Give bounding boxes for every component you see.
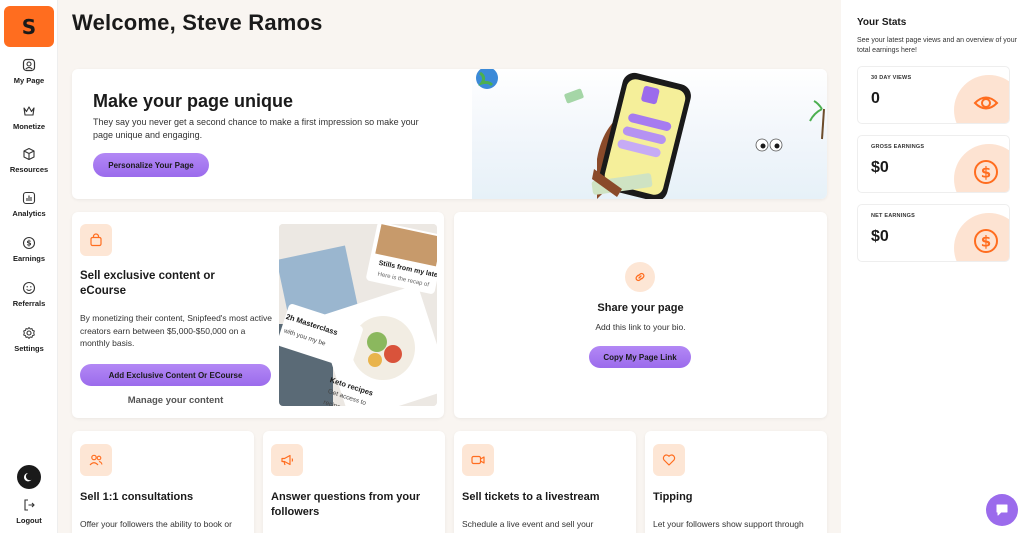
sidebar-item-resources[interactable]: Resources	[0, 147, 58, 174]
sidebar-item-label: Earnings	[12, 254, 46, 263]
dollar-circle-icon: $	[22, 236, 36, 250]
hero-title: Make your page unique	[93, 91, 294, 111]
video-icon-tile	[462, 444, 494, 476]
money-icon	[564, 88, 584, 104]
smile-icon	[22, 281, 36, 295]
logout-button[interactable]: Logout	[0, 498, 58, 525]
stat-value: $0	[871, 159, 889, 176]
hero-card: Make your page unique They say you never…	[72, 69, 827, 199]
livestream-tickets-card[interactable]: Sell tickets to a livestream Schedule a …	[454, 431, 636, 533]
logout-label: Logout	[16, 516, 42, 525]
gear-icon	[23, 327, 35, 339]
sidebar-item-referrals[interactable]: Referrals	[0, 281, 58, 308]
stat-card-gross-earnings: GROSS EARNINGS $0 $	[857, 135, 1010, 193]
tipping-card[interactable]: Tipping Let your followers show support …	[645, 431, 827, 533]
heart-icon	[662, 454, 676, 466]
page-title: Welcome, Steve Ramos	[72, 10, 323, 35]
shopping-bag-tile	[80, 224, 112, 256]
people-icon-tile	[80, 444, 112, 476]
user-square-icon	[22, 58, 36, 72]
megaphone-icon	[281, 454, 294, 466]
sidebar-item-label: Analytics	[12, 209, 46, 218]
svg-text:$: $	[26, 239, 31, 248]
stat-card-views: 30 DAY VIEWS 0	[857, 66, 1010, 124]
megaphone-icon-tile	[271, 444, 303, 476]
logout-icon	[24, 499, 35, 511]
manage-content-link[interactable]: Manage your content	[80, 395, 271, 406]
hero-illustration	[472, 69, 827, 199]
content-collage-image: Stills from my late Here is the recap of…	[279, 224, 437, 406]
dark-mode-toggle[interactable]	[17, 465, 41, 489]
sidebar-item-analytics[interactable]: Analytics	[0, 191, 58, 218]
chart-icon	[22, 191, 36, 205]
stat-label: GROSS EARNINGS	[871, 144, 925, 150]
moon-icon	[24, 473, 32, 482]
feature-card-title: Tipping	[653, 491, 693, 503]
add-exclusive-content-button[interactable]: Add Exclusive Content Or ECourse	[80, 364, 271, 386]
stat-label: 30 DAY VIEWS	[871, 75, 912, 81]
dollar-circle-icon: $	[974, 229, 998, 253]
globe-icon	[476, 69, 498, 89]
svg-text:$: $	[981, 164, 991, 182]
chat-support-button[interactable]	[986, 494, 1018, 526]
sidebar-item-label: Resources	[9, 165, 49, 174]
sidebar: S My Page Monetize Resources Analytics $…	[0, 0, 58, 533]
sidebar-item-label: Referrals	[12, 299, 46, 308]
crown-icon	[23, 106, 35, 116]
feature-card-description: Schedule a live event and sell your	[462, 519, 594, 529]
feature-card-title: Sell 1:1 consultations	[80, 491, 194, 503]
stats-title: Your Stats	[857, 17, 907, 28]
sidebar-item-label: Settings	[14, 344, 44, 353]
sidebar-item-monetize[interactable]: Monetize	[0, 104, 58, 131]
link-icon-tile	[625, 262, 655, 292]
share-page-title: Share your page	[597, 302, 684, 314]
people-icon	[89, 454, 103, 466]
stat-card-net-earnings: NET EARNINGS $0 $	[857, 204, 1010, 262]
answer-questions-card[interactable]: Answer questions from your followers	[263, 431, 445, 533]
app-logo[interactable]: S	[4, 6, 54, 47]
sell-content-description: By monetizing their content, Snipfeed's …	[80, 313, 273, 348]
copy-page-link-button[interactable]: Copy My Page Link	[589, 346, 691, 368]
dollar-circle-icon: $	[974, 160, 998, 184]
sell-content-title: Sell exclusive content or eCourse	[80, 270, 215, 297]
video-icon	[471, 455, 485, 465]
eye-icon	[973, 96, 999, 110]
share-page-subtitle: Add this link to your bio.	[595, 322, 686, 332]
personalize-page-button[interactable]: Personalize Your Page	[93, 153, 209, 177]
chat-icon	[996, 504, 1008, 516]
feature-card-title: Answer questions from your followers	[271, 491, 421, 518]
sidebar-item-label: My Page	[13, 76, 45, 85]
hero-description: They say you never get a second chance t…	[93, 117, 419, 140]
shopping-bag-icon	[90, 233, 102, 247]
link-icon	[635, 272, 645, 282]
heart-icon-tile	[653, 444, 685, 476]
feature-card-description: Offer your followers the ability to book…	[80, 519, 232, 529]
stat-value: 0	[871, 90, 880, 107]
stats-panel: Your Stats See your latest page views an…	[841, 0, 1024, 533]
sell-content-card: Sell exclusive content or eCourse By mon…	[72, 212, 444, 418]
stats-description: See your latest page views and an overvi…	[857, 37, 1017, 54]
feature-card-title: Sell tickets to a livestream	[462, 491, 600, 503]
stat-value: $0	[871, 228, 889, 245]
box-icon	[23, 147, 35, 161]
sidebar-item-my-page[interactable]: My Page	[0, 58, 58, 85]
sidebar-item-earnings[interactable]: $ Earnings	[0, 236, 58, 263]
svg-text:$: $	[981, 233, 991, 251]
sidebar-item-settings[interactable]: Settings	[0, 326, 58, 353]
consultations-card[interactable]: Sell 1:1 consultations Offer your follow…	[72, 431, 254, 533]
logo-letter: S	[21, 14, 37, 39]
sidebar-item-label: Monetize	[12, 122, 46, 131]
feature-card-description: Let your followers show support through	[653, 519, 804, 529]
stat-label: NET EARNINGS	[871, 213, 915, 219]
share-page-card: Share your page Add this link to your bi…	[454, 212, 827, 418]
